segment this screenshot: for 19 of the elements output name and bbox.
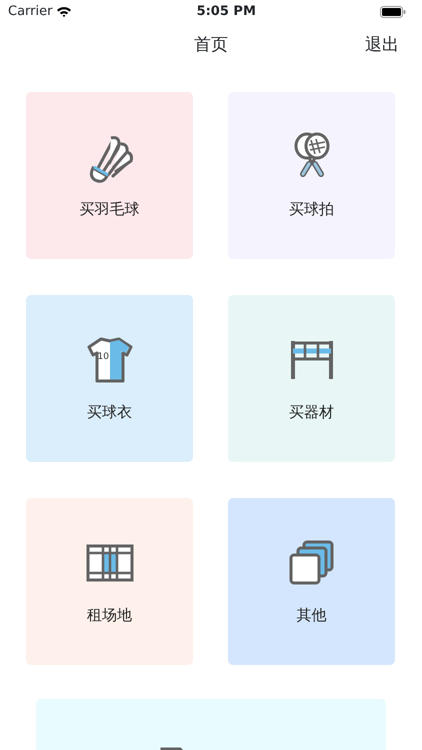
tile-label: 租场地 [87, 605, 132, 626]
tile-label: 其他 [296, 605, 326, 626]
carrier-text: Carrier [8, 3, 52, 22]
category-tile[interactable]: 买羽毛球 [26, 92, 193, 259]
tile-label: 买球衣 [87, 402, 132, 424]
battery-icon [380, 6, 406, 18]
logout-button[interactable]: 退出 [364, 32, 400, 60]
shirt-number: 10 [98, 351, 109, 364]
category-tile[interactable]: 买球拍 [228, 92, 395, 259]
tile-label: 买器材 [289, 402, 334, 424]
category-tile[interactable]: 买器材 [228, 295, 395, 462]
clock-text: 5:05 PM [196, 3, 256, 22]
page-title: 首页 [194, 34, 228, 58]
category-tile[interactable]: 租场地 [26, 498, 193, 665]
wifi-icon [56, 6, 72, 18]
tile-label: 买羽毛球 [80, 199, 140, 220]
tile-label: 买球拍 [289, 199, 334, 220]
category-tile[interactable]: 10 买球衣 [26, 295, 193, 462]
category-tile[interactable]: 其他 [228, 498, 395, 665]
